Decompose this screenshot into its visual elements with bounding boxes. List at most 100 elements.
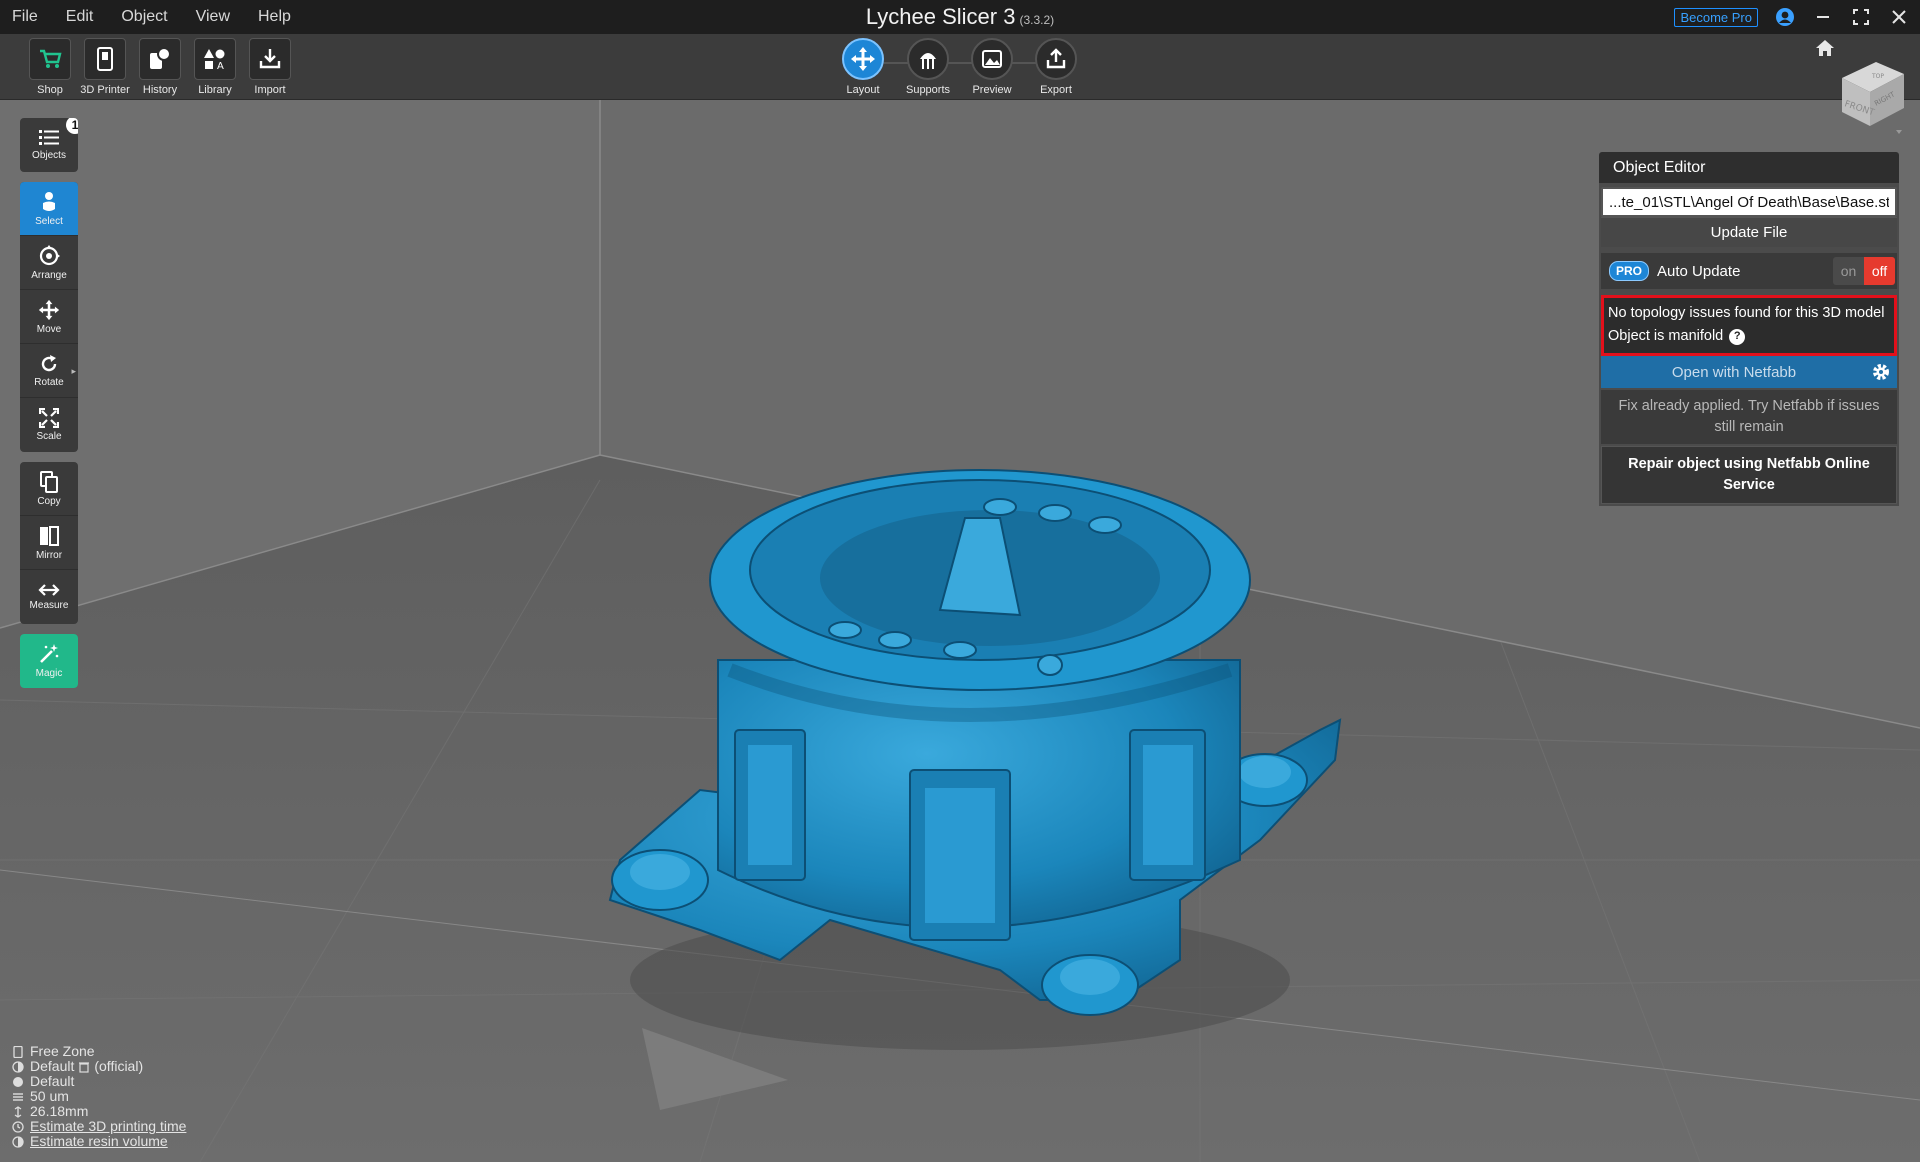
menu-view[interactable]: View (182, 0, 244, 34)
mirror-label: Mirror (35, 549, 63, 561)
repair-netfabb-button[interactable]: Repair object using Netfabb Online Servi… (1601, 446, 1897, 504)
trash-icon[interactable] (78, 1061, 90, 1073)
menu-help[interactable]: Help (244, 0, 305, 34)
resin-row: Default (12, 1074, 186, 1089)
rotate-label: Rotate (34, 376, 64, 388)
printer-small-icon (13, 1045, 23, 1058)
model-height-text: 26.18mm (30, 1103, 89, 1119)
lychee-slicer-window: File Edit Object View Help Lychee Slicer… (0, 0, 1920, 1162)
svg-text:A: A (217, 61, 224, 71)
shop-button[interactable]: Shop (24, 38, 76, 96)
history-button[interactable]: History (134, 38, 186, 96)
rotate-icon (41, 354, 57, 371)
scale-label: Scale (36, 431, 62, 442)
height-row: 26.18mm (12, 1104, 186, 1119)
measure-label: Measure (29, 600, 69, 611)
gear-icon[interactable] (1867, 358, 1895, 386)
profile-text: Default (30, 1058, 75, 1074)
magic-label: Magic (35, 668, 63, 679)
image-icon (982, 50, 1002, 68)
arrange-tool[interactable]: Arrange (20, 236, 78, 290)
move-arrows-icon (851, 47, 875, 71)
history-label: History (142, 84, 178, 96)
history-icon (150, 47, 171, 69)
select-label: Select (35, 215, 63, 227)
step-export[interactable]: Export (1026, 38, 1086, 96)
step-layout-label: Layout (846, 84, 880, 96)
toggle-off[interactable]: off (1864, 257, 1895, 285)
step-supports-label: Supports (905, 84, 951, 96)
update-file-button[interactable]: Update File (1601, 217, 1897, 247)
print-info: Free Zone Default (official) Default 50 … (12, 1044, 186, 1149)
pointer-hand-icon (43, 191, 55, 211)
cube-top-label: TOP (1871, 73, 1884, 80)
menu-object[interactable]: Object (107, 0, 181, 34)
topology-message: No topology issues found for this 3D mod… (1608, 305, 1885, 321)
magic-tool[interactable]: Magic (20, 634, 78, 688)
measure-tool[interactable]: Measure (20, 570, 78, 624)
maximize-icon[interactable] (1850, 6, 1872, 28)
measure-arrows-icon (38, 584, 60, 596)
library-label: Library (198, 84, 232, 96)
scale-tool[interactable]: Scale (20, 398, 78, 452)
mirror-icon (40, 525, 59, 546)
import-button[interactable]: Import (244, 38, 296, 96)
select-tool[interactable]: Select (20, 182, 78, 236)
view-cube[interactable]: TOP FRONT RIGHT (1836, 56, 1906, 141)
copy-tool[interactable]: Copy (20, 462, 78, 516)
arrange-label: Arrange (31, 269, 67, 281)
estimate-time-link[interactable]: Estimate 3D printing time (30, 1119, 186, 1134)
home-view-icon[interactable] (1814, 38, 1836, 63)
objects-label: Objects (32, 150, 66, 161)
open-netfabb-button[interactable]: Open with Netfabb (1601, 364, 1867, 381)
topology-status: No topology issues found for this 3D mod… (1601, 295, 1897, 356)
layer-row: 50 um (12, 1089, 186, 1104)
scale-icon (39, 408, 59, 428)
menu-file[interactable]: File (0, 0, 52, 34)
account-icon[interactable] (1774, 6, 1796, 28)
3d-printer-button[interactable]: 3D Printer (79, 38, 131, 96)
chevron-right-icon: ▸ (71, 366, 76, 376)
pro-badge: PRO (1609, 261, 1650, 281)
toggle-on[interactable]: on (1833, 257, 1864, 285)
help-icon[interactable]: ? (1729, 328, 1746, 345)
auto-update-row: PRO Auto Update on off (1601, 253, 1897, 289)
objects-count-badge: 1 (64, 118, 78, 136)
step-export-label: Export (1040, 84, 1072, 96)
step-layout[interactable]: Layout (833, 38, 893, 96)
library-button[interactable]: A Library (189, 38, 241, 96)
rotate-tool[interactable]: Rotate ▸ (20, 344, 78, 398)
minimize-icon[interactable] (1812, 6, 1834, 28)
half-circle-icon (12, 1135, 24, 1148)
object-editor-panel: Object Editor Update File PRO Auto Updat… (1599, 152, 1899, 506)
import-icon (259, 49, 281, 69)
menu-edit[interactable]: Edit (52, 0, 108, 34)
step-supports[interactable]: Supports (898, 38, 958, 96)
profile-suffix: (official) (94, 1058, 144, 1074)
copy-label: Copy (37, 495, 61, 507)
auto-update-toggle[interactable]: on off (1833, 257, 1895, 285)
clock-icon (12, 1120, 24, 1133)
magic-wand-icon (40, 644, 59, 663)
estimate-resin-link[interactable]: Estimate resin volume (30, 1134, 168, 1149)
become-pro-button[interactable]: Become Pro (1674, 7, 1758, 27)
palette-icon (13, 1076, 23, 1087)
import-label: Import (254, 84, 286, 96)
title-right-controls: Become Pro (1674, 0, 1910, 34)
printer-label: 3D Printer (80, 84, 130, 96)
objects-button[interactable]: Objects 1 (20, 118, 78, 172)
time-row: Estimate 3D printing time (12, 1119, 186, 1134)
supports-icon (920, 53, 936, 69)
object-editor-title: Object Editor (1599, 152, 1899, 183)
close-icon[interactable] (1888, 6, 1910, 28)
netfabb-row: Open with Netfabb (1601, 356, 1897, 388)
arrange-icon (39, 244, 60, 265)
move-tool[interactable]: Move (20, 290, 78, 344)
mirror-tool[interactable]: Mirror (20, 516, 78, 570)
list-icon (39, 130, 59, 145)
step-preview[interactable]: Preview (962, 38, 1022, 96)
step-preview-label: Preview (972, 84, 1012, 96)
auto-update-label: Auto Update (1657, 262, 1741, 280)
move-label: Move (36, 323, 62, 335)
file-path-field[interactable] (1601, 187, 1897, 217)
